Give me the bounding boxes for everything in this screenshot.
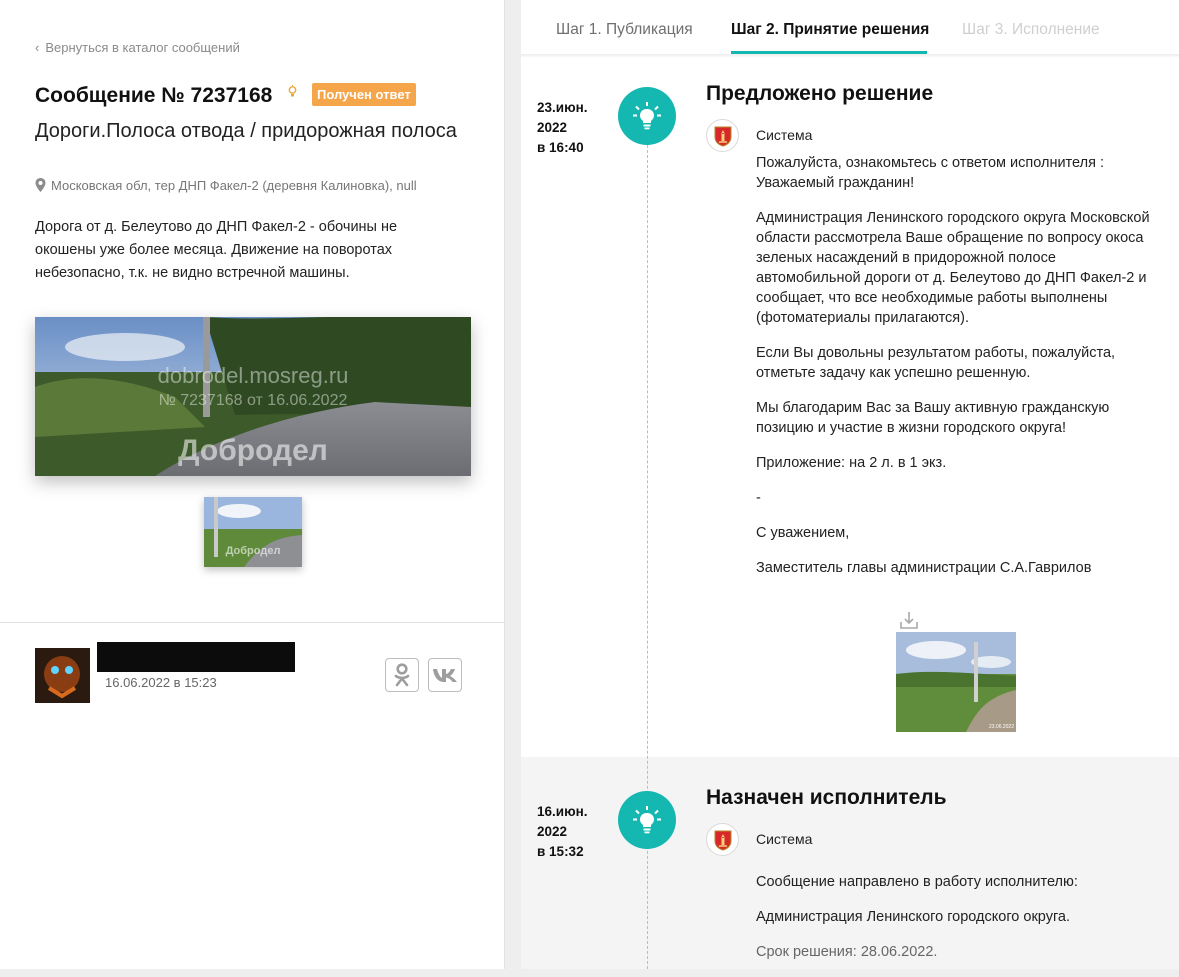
vk-icon — [433, 669, 457, 682]
message-description: Дорога от д. Белеутово до ДНП Факел-2 - … — [35, 219, 398, 281]
event-date-year: 2022 — [537, 120, 568, 135]
deadline-text: Срок решения: 28.06.2022. — [756, 944, 938, 960]
message-paragraph: Сообщение направлено в работу исполнител… — [756, 874, 1078, 890]
coat-of-arms-icon — [706, 119, 739, 152]
message-paragraph: - — [756, 490, 761, 506]
message-panel: ‹ Вернуться в каталог сообщений Сообщение… — [0, 0, 505, 969]
lightbulb-icon — [618, 87, 676, 145]
message-paragraph: Заместитель главы администрации С.А.Гавр… — [756, 560, 1092, 576]
history-panel: Шаг 1. Публикация Шаг 2. Принятие решени… — [521, 0, 1179, 969]
message-category: Дороги.Полоса отвода / придорожная полос… — [35, 120, 457, 142]
photo-watermark-brand: Добродел — [178, 434, 328, 467]
chevron-left-icon: ‹ — [35, 40, 40, 55]
coat-of-arms-icon — [706, 823, 739, 856]
divider — [0, 622, 505, 623]
photo-date-stamp: 23.06.2022 — [989, 724, 1014, 730]
vk-share-button[interactable] — [428, 658, 462, 692]
message-paragraph: Пожалуйста, ознакомьтесь с ответом испол… — [756, 155, 1104, 191]
thumb-watermark: Добродел — [226, 545, 281, 557]
message-paragraph: Если Вы довольны результатом работы, пож… — [756, 345, 1116, 381]
event-message: Сообщение направлено в работу исполнител… — [756, 872, 1156, 977]
event-date: 23.июн. 2022 в 16:40 — [537, 98, 607, 158]
status-badge: Получен ответ — [312, 83, 416, 106]
event-date-time: в 15:32 — [537, 844, 584, 859]
message-paragraph: Администрация Ленинского городского окру… — [756, 210, 1150, 326]
author-date: 16.06.2022 в 15:23 — [105, 675, 217, 690]
tabs-shadow — [521, 54, 1179, 58]
event-date-day: 16.июн. — [537, 804, 588, 819]
lightbulb-icon — [618, 791, 676, 849]
message-paragraph: Мы благодарим Вас за Вашу активную гражд… — [756, 400, 1110, 436]
tab-decision[interactable]: Шаг 2. Принятие решения — [731, 21, 929, 39]
tab-execution: Шаг 3. Исполнение — [962, 21, 1100, 38]
photo-watermark-site: dobrodel.mosreg.ru — [158, 363, 349, 388]
event-author: Система — [756, 127, 813, 143]
address-text: Московская обл, тер ДНП Факел-2 (деревня… — [51, 178, 417, 193]
message-photo[interactable]: dobrodel.mosreg.ru № 7237168 от 16.06.20… — [35, 317, 471, 476]
odnoklassniki-icon — [394, 663, 410, 687]
event-date-time: в 16:40 — [537, 140, 584, 155]
odnoklassniki-share-button[interactable] — [385, 658, 419, 692]
event-title: Назначен исполнитель — [706, 786, 947, 809]
response-photo[interactable]: 23.06.2022 — [896, 632, 1016, 732]
avatar — [35, 648, 90, 703]
photo-thumbnail[interactable]: Добродел — [204, 497, 302, 567]
steps-tabs: Шаг 1. Публикация Шаг 2. Принятие решени… — [521, 0, 1179, 54]
event-date-day: 23.июн. — [537, 100, 588, 115]
message-title: Сообщение № 7237168 — [35, 84, 273, 107]
photo-watermark-number: № 7237168 от 16.06.2022 — [159, 392, 348, 409]
event-title: Предложено решение — [706, 82, 934, 105]
redacted-author-name — [97, 642, 295, 672]
message-paragraph: Приложение: на 2 л. в 1 экз. — [756, 455, 947, 471]
back-link-label: Вернуться в каталог сообщений — [45, 40, 240, 55]
lightbulb-icon — [287, 85, 298, 102]
back-to-catalog-link[interactable]: ‹ Вернуться в каталог сообщений — [35, 40, 240, 55]
message-paragraph: С уважением, — [756, 525, 850, 541]
map-pin-icon — [35, 178, 46, 192]
event-date-year: 2022 — [537, 824, 568, 839]
message-paragraph: Администрация Ленинского городского окру… — [756, 909, 1071, 925]
message-address: Московская обл, тер ДНП Факел-2 (деревня… — [35, 178, 417, 193]
event-message: Пожалуйста, ознакомьтесь с ответом испол… — [756, 153, 1156, 593]
event-author: Система — [756, 831, 813, 847]
tab-publication[interactable]: Шаг 1. Публикация — [556, 21, 693, 39]
event-date: 16.июн. 2022 в 15:32 — [537, 802, 607, 862]
